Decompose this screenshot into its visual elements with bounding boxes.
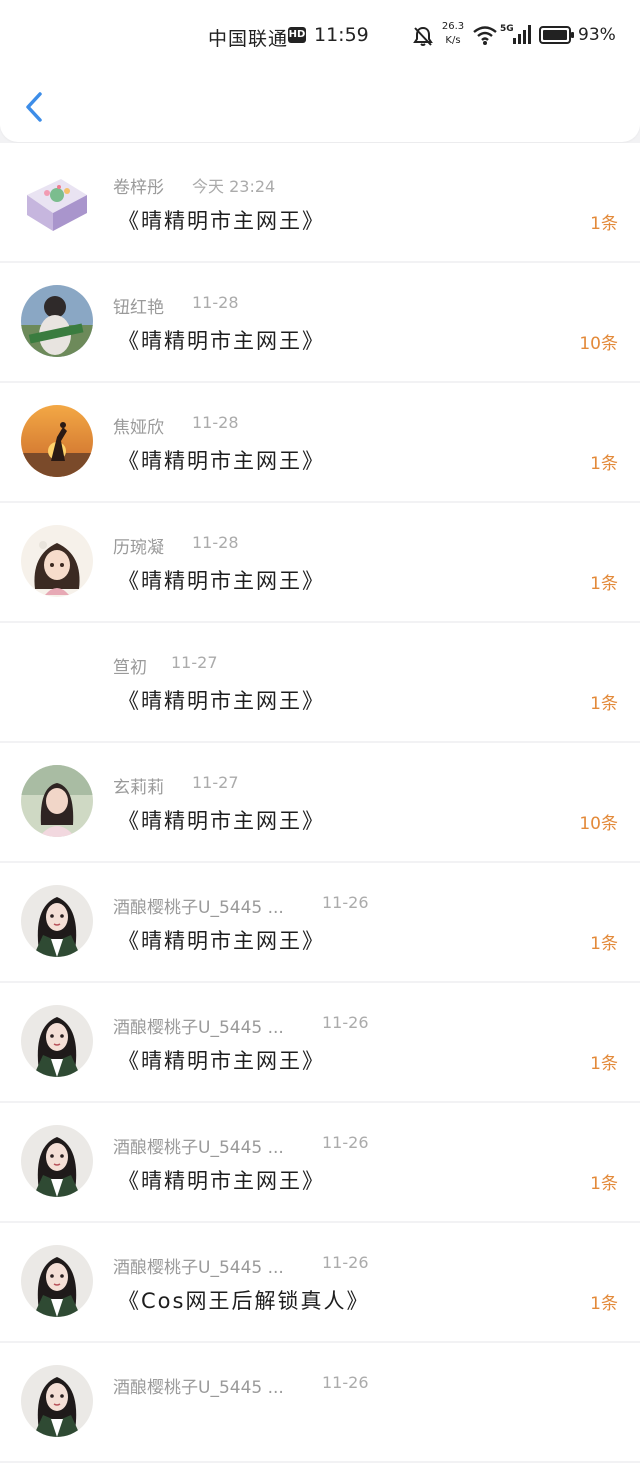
- conversation-row[interactable]: 钮红艳 11-28 《晴精明市主网王》 10条: [0, 263, 640, 381]
- message-preview: 《Cos网王后解锁真人》: [118, 1289, 370, 1313]
- sender-name: 酒酿樱桃子U_5445 ...: [113, 1258, 284, 1278]
- wifi-icon: [472, 24, 498, 46]
- message-list: 卷梓彤 今天 23:24 《晴精明市主网王》 1条 钮红艳 11-28 《晴精明市主网王》…: [0, 143, 640, 1463]
- svg-text:5G: 5G: [500, 24, 514, 34]
- status-time: 11:59: [314, 24, 369, 46]
- message-time: 11-28: [192, 533, 239, 552]
- sender-name: 酒酿樱桃子U_5445 ...: [113, 1138, 284, 1158]
- illustrated-woman-avatar[interactable]: [21, 1125, 93, 1197]
- signal-5g-icon: 5G: [500, 22, 534, 46]
- message-time: 11-26: [322, 893, 369, 912]
- status-bar: 中国联通 HD 11:59 26.3 K/s 5G 93%: [0, 0, 640, 72]
- illustrated-woman-avatar[interactable]: [21, 885, 93, 957]
- sunset-avatar[interactable]: [21, 405, 93, 477]
- message-time: 11-28: [192, 293, 239, 312]
- conversation-row[interactable]: 酒酿樱桃子U_5445 ... 11-26 《晴精明市主网王》 1条: [0, 863, 640, 981]
- message-preview: 《晴精明市主网王》: [118, 689, 325, 713]
- message-time: 11-26: [322, 1373, 369, 1392]
- girl-photo-avatar[interactable]: [21, 765, 93, 837]
- mute-icon: [412, 25, 434, 47]
- conversation-row[interactable]: 酒酿樱桃子U_5445 ... 11-26: [0, 1343, 640, 1461]
- message-preview: 《晴精明市主网王》: [118, 329, 325, 353]
- message-count: 1条: [590, 934, 618, 954]
- conversation-row[interactable]: 玄莉莉 11-27 《晴精明市主网王》 10条: [0, 743, 640, 861]
- message-preview: 《晴精明市主网王》: [118, 569, 325, 593]
- message-preview: 《晴精明市主网王》: [118, 209, 325, 233]
- battery-icon: [539, 26, 575, 44]
- message-count: 1条: [590, 694, 618, 714]
- message-preview: 《晴精明市主网王》: [118, 809, 325, 833]
- message-count: 1条: [590, 574, 618, 594]
- message-preview: 《晴精明市主网王》: [118, 929, 325, 953]
- message-count: 10条: [579, 814, 618, 834]
- conversation-row[interactable]: 卷梓彤 今天 23:24 《晴精明市主网王》 1条: [0, 143, 640, 261]
- conversation-row[interactable]: 酒酿樱桃子U_5445 ... 11-26 《Cos网王后解锁真人》 1条: [0, 1223, 640, 1341]
- hd-badge: HD: [288, 27, 306, 43]
- carrier-name: 中国联通: [208, 28, 289, 50]
- sender-name: 钮红艳: [113, 298, 164, 318]
- sender-name: 玄莉莉: [113, 778, 164, 798]
- portrait-avatar[interactable]: [21, 285, 93, 357]
- conversation-row[interactable]: 酒酿樱桃子U_5445 ... 11-26 《晴精明市主网王》 1条: [0, 983, 640, 1101]
- network-speed: 26.3 K/s: [440, 20, 466, 48]
- conversation-row[interactable]: 酒酿樱桃子U_5445 ... 11-26 《晴精明市主网王》 1条: [0, 1103, 640, 1221]
- sender-name: 焦娅欣: [113, 418, 164, 438]
- message-count: 1条: [590, 1294, 618, 1314]
- message-time: 11-26: [322, 1253, 369, 1272]
- sender-name: 酒酿樱桃子U_5445 ...: [113, 898, 284, 918]
- message-time: 11-27: [171, 653, 218, 672]
- conversation-row[interactable]: 笪初 11-27 《晴精明市主网王》 1条: [0, 623, 640, 741]
- sender-name: 笪初: [113, 658, 147, 678]
- illustrated-woman-avatar[interactable]: [21, 1365, 93, 1437]
- battery-percentage: 93%: [578, 25, 616, 45]
- sender-name: 酒酿樱桃子U_5445 ...: [113, 1018, 284, 1038]
- conversation-row[interactable]: 焦娅欣 11-28 《晴精明市主网王》 1条: [0, 383, 640, 501]
- message-time: 11-26: [322, 1013, 369, 1032]
- message-time: 11-27: [192, 773, 239, 792]
- message-count: 1条: [590, 454, 618, 474]
- illustrated-woman-avatar[interactable]: [21, 1245, 93, 1317]
- back-button[interactable]: [18, 86, 54, 128]
- sender-name: 卷梓彤: [113, 178, 164, 198]
- message-count: 1条: [590, 1174, 618, 1194]
- message-preview: 《晴精明市主网王》: [118, 1169, 325, 1193]
- message-time: 今天 23:24: [192, 177, 276, 196]
- network-speed-value: 26.3: [441, 21, 465, 32]
- illustrated-woman-avatar[interactable]: [21, 1005, 93, 1077]
- message-preview: 《晴精明市主网王》: [118, 1049, 325, 1073]
- anime-girl-avatar[interactable]: [21, 525, 93, 597]
- message-count: 1条: [590, 1054, 618, 1074]
- message-time: 11-26: [322, 1133, 369, 1152]
- empty-avatar[interactable]: [21, 645, 93, 717]
- message-time: 11-28: [192, 413, 239, 432]
- network-speed-unit: K/s: [445, 35, 461, 46]
- top-bar: 中国联通 HD 11:59 26.3 K/s 5G 93%: [0, 0, 640, 142]
- message-preview: 《晴精明市主网王》: [118, 449, 325, 473]
- chevron-left-icon: [26, 92, 42, 122]
- conversation-row[interactable]: 历琬凝 11-28 《晴精明市主网王》 1条: [0, 503, 640, 621]
- message-count: 1条: [590, 214, 618, 234]
- sender-name: 酒酿樱桃子U_5445 ...: [113, 1378, 284, 1398]
- gift-box-avatar[interactable]: [21, 165, 93, 237]
- message-count: 10条: [579, 334, 618, 354]
- sender-name: 历琬凝: [113, 538, 164, 558]
